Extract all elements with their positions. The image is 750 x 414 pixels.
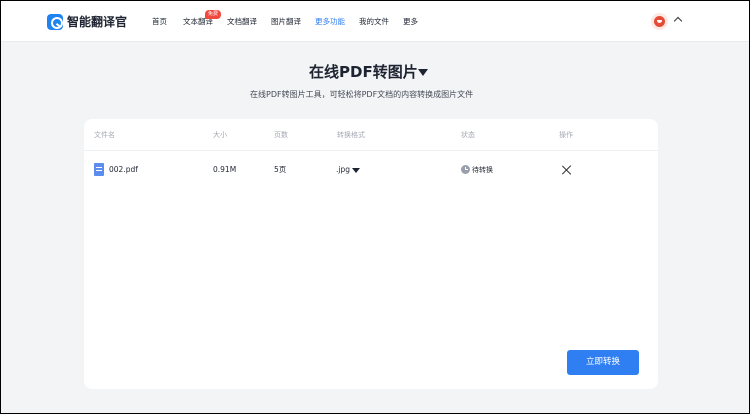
header-size: 大小	[213, 131, 227, 139]
nav-item-more-features[interactable]: 更多功能	[315, 16, 345, 28]
free-badge: 免费	[205, 10, 222, 19]
header-actions: 操作	[559, 131, 573, 139]
header-status: 状态	[461, 131, 475, 139]
row-filename: 002.pdf	[109, 165, 138, 174]
convert-button[interactable]: 立即转换	[567, 350, 639, 375]
header-filename: 文件名	[94, 131, 115, 139]
nav-item-document-translate[interactable]: 文档翻译	[227, 16, 257, 28]
nav-item-home[interactable]: 首页	[152, 16, 167, 28]
page-subtitle: 在线PDF转图片工具，可轻松将PDF文档的内容转换成图片文件	[250, 90, 474, 99]
nav-item-my-files[interactable]: 我的文件	[359, 16, 389, 28]
format-select[interactable]: .jpg	[336, 164, 350, 176]
dropdown-arrow-icon[interactable]	[418, 69, 428, 76]
row-status: 待转换	[472, 166, 493, 174]
top-navigation: 智能翻译官 首页 文本翻译 免费 文档翻译 图片翻译 更多功能 我的文件 更多	[1, 1, 749, 42]
header-format: 转换格式	[337, 131, 365, 139]
avatar-icon[interactable]	[651, 13, 668, 30]
chevron-up-icon[interactable]	[673, 16, 683, 26]
clock-icon	[461, 165, 470, 174]
table-header: 文件名 大小 页数 转换格式 状态 操作	[84, 119, 658, 151]
file-icon	[94, 163, 104, 176]
row-size: 0.91M	[213, 165, 237, 174]
close-icon[interactable]	[562, 165, 572, 175]
format-dropdown-icon[interactable]	[352, 168, 360, 173]
app-window: 智能翻译官 首页 文本翻译 免费 文档翻译 图片翻译 更多功能 我的文件 更多 …	[1, 1, 749, 413]
page-title[interactable]: 在线PDF转图片	[309, 62, 418, 82]
row-pages: 5页	[274, 165, 287, 174]
nav-item-more[interactable]: 更多	[403, 16, 418, 28]
logo-icon[interactable]	[47, 14, 63, 30]
nav-item-image-translate[interactable]: 图片翻译	[271, 16, 301, 28]
brand-name[interactable]: 智能翻译官	[67, 14, 127, 30]
file-list-card: 文件名 大小 页数 转换格式 状态 操作 002.pdf 0.91M 5页 .j…	[84, 119, 658, 389]
header-pages: 页数	[274, 131, 288, 139]
